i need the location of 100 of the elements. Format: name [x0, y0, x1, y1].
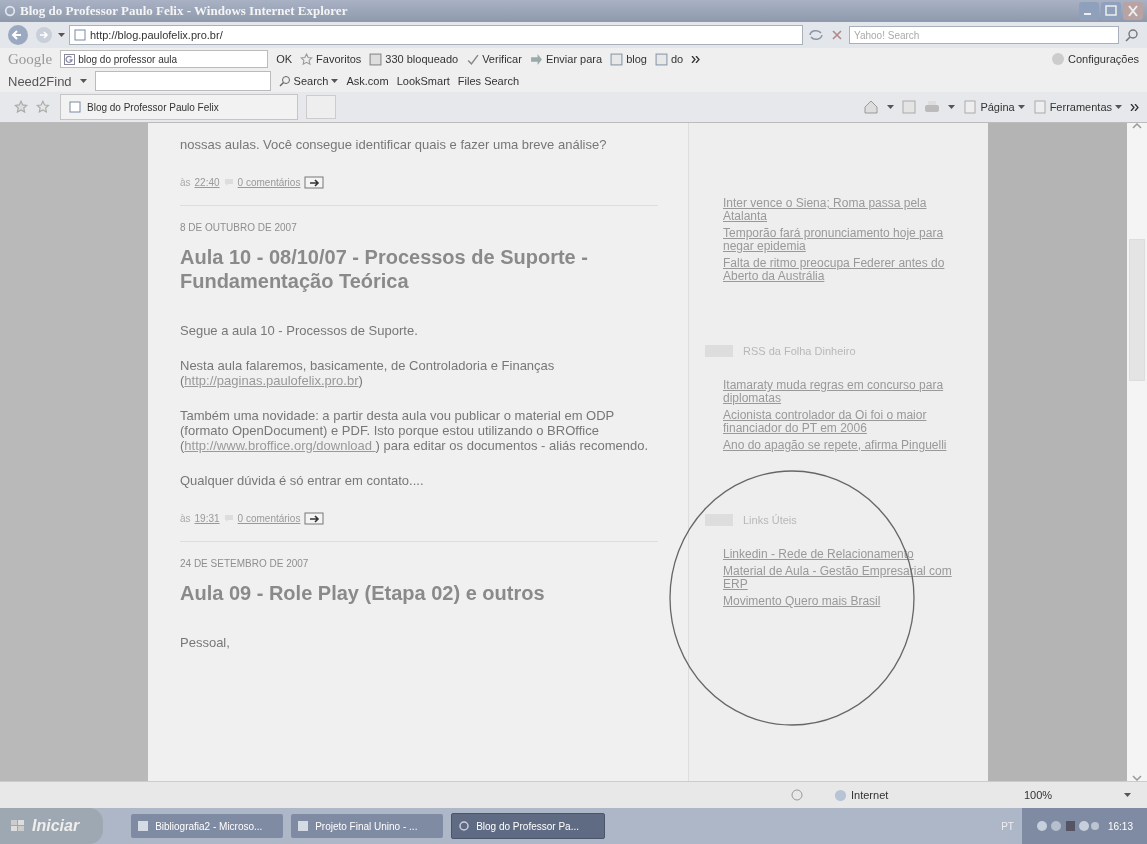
search-button[interactable]: Search — [278, 75, 339, 87]
toolbar-link[interactable]: Files Search — [457, 75, 519, 87]
search-field[interactable]: Yahoo! Search — [849, 26, 1119, 44]
post-paragraph: nossas aulas. Você consegue identificar quais e fazer uma breve análise? — [180, 137, 608, 152]
caret-icon[interactable] — [887, 105, 895, 109]
sidebar-link[interactable]: Temporão fará pronunciamento hoje para negar epidemia — [723, 227, 964, 253]
post-paragraph: Qualquer dúvida é só entrar em contato.... — [180, 473, 425, 488]
comments-link[interactable]: 0 comentários — [237, 177, 301, 188]
post-time-link[interactable]: 22:40 — [194, 177, 220, 188]
toolbar-button[interactable]: 330 bloqueado — [369, 52, 459, 66]
toolbar-button[interactable]: blog — [610, 52, 647, 66]
back-icon[interactable] — [6, 24, 30, 46]
close-icon[interactable] — [1123, 2, 1143, 20]
clock: 16:13 — [1107, 820, 1133, 832]
window-icon — [369, 52, 383, 66]
toolbar-button[interactable]: Favoritos — [300, 52, 362, 66]
language-indicator[interactable]: PT — [1001, 820, 1014, 832]
caret-icon[interactable] — [79, 79, 87, 83]
page-icon — [963, 100, 978, 114]
minimize-icon[interactable] — [1079, 2, 1099, 20]
star-icon[interactable] — [14, 100, 28, 114]
globe-icon — [834, 788, 847, 802]
address-field[interactable]: http://blog.paulofelix.pro.br/ — [69, 25, 803, 45]
browser-icon — [4, 5, 16, 17]
post-paragraph: Também uma novidade: a partir desta aula vou publicar o material em ODP (formato OpenDocument) e PDF. Isto porque estou utilizando o BROffice (http://www.broffice.org/download ) para editar os documentos - aliás recomendo. — [180, 408, 650, 453]
sidebar-link[interactable]: Movimento Quero mais Brasil — [723, 595, 964, 608]
google-logo: Google — [8, 50, 53, 68]
posted-at-label: às — [180, 177, 191, 188]
email-post-icon[interactable] — [304, 176, 325, 189]
sidebar-link[interactable]: Acionista controlador da Oi foi o maior financiador do PT em 2006 — [723, 409, 964, 435]
send-icon — [529, 52, 543, 66]
window-title: Blog do Professor Paulo Felix - Windows Internet Explorer — [20, 3, 348, 19]
command-button[interactable]: Página — [963, 100, 1025, 114]
windows-logo-icon — [10, 819, 26, 833]
home-icon[interactable] — [863, 99, 880, 115]
search-icon — [278, 75, 291, 87]
caret-icon — [331, 79, 339, 83]
chevron-icon[interactable] — [691, 55, 701, 63]
tray-icons-drawing — [1035, 820, 1100, 832]
post-paragraph: Nesta aula falaremos, basicamente, de Controladoria e Finanças (http://paginas.paulofelix.pro.br) — [180, 358, 556, 388]
page-icon — [69, 101, 81, 113]
toolbar-button[interactable]: Verificar — [466, 52, 522, 66]
caret-icon[interactable] — [948, 105, 956, 109]
new-tab-button[interactable] — [306, 95, 336, 119]
post-date: 24 DE SETEMBRO DE 2007 — [180, 558, 310, 569]
sidebar-link[interactable]: Itamaraty muda regras em concurso para diplomatas — [723, 379, 964, 405]
post-date: 8 DE OUTUBRO DE 2007 — [180, 222, 298, 233]
document-icon — [610, 52, 624, 66]
search-field[interactable] — [94, 71, 271, 91]
need2find-logo: Need2Find — [8, 73, 72, 89]
post-link[interactable]: http://www.broffice.org/download — [184, 438, 376, 453]
google-g-icon — [64, 53, 76, 65]
settings-button[interactable]: Configurações — [1051, 52, 1139, 66]
sidebar-link[interactable]: Falta de ritmo preocupa Federer antes do Aberto da Austrália — [723, 257, 964, 283]
google-search-field[interactable]: blog do professor aula — [60, 50, 269, 68]
feed-icon[interactable] — [902, 100, 917, 114]
search-icon[interactable] — [1123, 27, 1141, 43]
comments-link[interactable]: 0 comentários — [237, 513, 301, 524]
caret-icon[interactable] — [58, 33, 65, 37]
toolbar-button[interactable]: OK — [276, 53, 293, 65]
document-icon — [654, 52, 668, 66]
command-button[interactable]: Ferramentas — [1032, 100, 1122, 114]
caret-icon — [1017, 105, 1025, 109]
star-icon — [300, 52, 314, 66]
maximize-icon[interactable] — [1101, 2, 1121, 20]
security-icon — [790, 788, 804, 802]
browser-tab[interactable]: Blog do Professor Paulo Felix — [60, 94, 298, 120]
scrollbar[interactable] — [1127, 123, 1147, 781]
post-time-link[interactable]: 19:31 — [194, 513, 220, 524]
sidebar-link[interactable]: Ano do apagão se repete, afirma Pinguelli — [723, 439, 964, 452]
post-title[interactable]: Aula 09 - Role Play (Etapa 02) e outros — [180, 581, 658, 605]
taskbar-button[interactable]: Blog do Professor Pa... — [451, 813, 606, 839]
toolbar-link[interactable]: LookSmart — [396, 75, 450, 87]
post-link[interactable]: http://paginas.paulofelix.pro.br — [184, 373, 359, 388]
scroll-up-icon[interactable] — [1132, 123, 1142, 129]
scroll-down-icon[interactable] — [1132, 775, 1142, 781]
post-paragraph: Pessoal, — [180, 635, 231, 650]
toolbar-button[interactable]: Enviar para — [529, 52, 603, 66]
posted-at-label: às — [180, 513, 191, 524]
add-favorite-icon[interactable] — [36, 100, 52, 114]
caret-icon — [1115, 105, 1122, 109]
post-title[interactable]: Aula 10 - 08/10/07 - Processos de Suporte - Fundamentação Teórica — [180, 245, 658, 293]
chevron-icon[interactable] — [1130, 103, 1139, 111]
start-button[interactable]: Iniciar — [0, 808, 104, 844]
toolbar-button[interactable]: do — [654, 52, 684, 66]
taskbar-button[interactable]: Bibliografia2 - Microso... — [131, 814, 284, 838]
spellcheck-icon — [466, 52, 480, 66]
settings-icon — [1051, 52, 1066, 66]
page-icon — [1032, 100, 1047, 114]
post-paragraph: Segue a aula 10 - Processos de Suporte. — [180, 323, 419, 338]
refresh-icon[interactable] — [807, 27, 825, 43]
email-post-icon[interactable] — [304, 512, 325, 525]
printer-icon[interactable] — [924, 100, 941, 114]
page-icon — [74, 29, 86, 41]
document-icon — [137, 820, 150, 832]
toolbar-link[interactable]: Ask.com — [346, 75, 389, 87]
sidebar-link[interactable]: Inter vence o Siena; Roma passa pela Atalanta — [723, 197, 964, 223]
zoom-button[interactable]: 100% — [1024, 789, 1094, 801]
taskbar-button[interactable]: Projeto Final Unino - ... — [291, 814, 444, 838]
caret-icon[interactable] — [1124, 793, 1131, 797]
